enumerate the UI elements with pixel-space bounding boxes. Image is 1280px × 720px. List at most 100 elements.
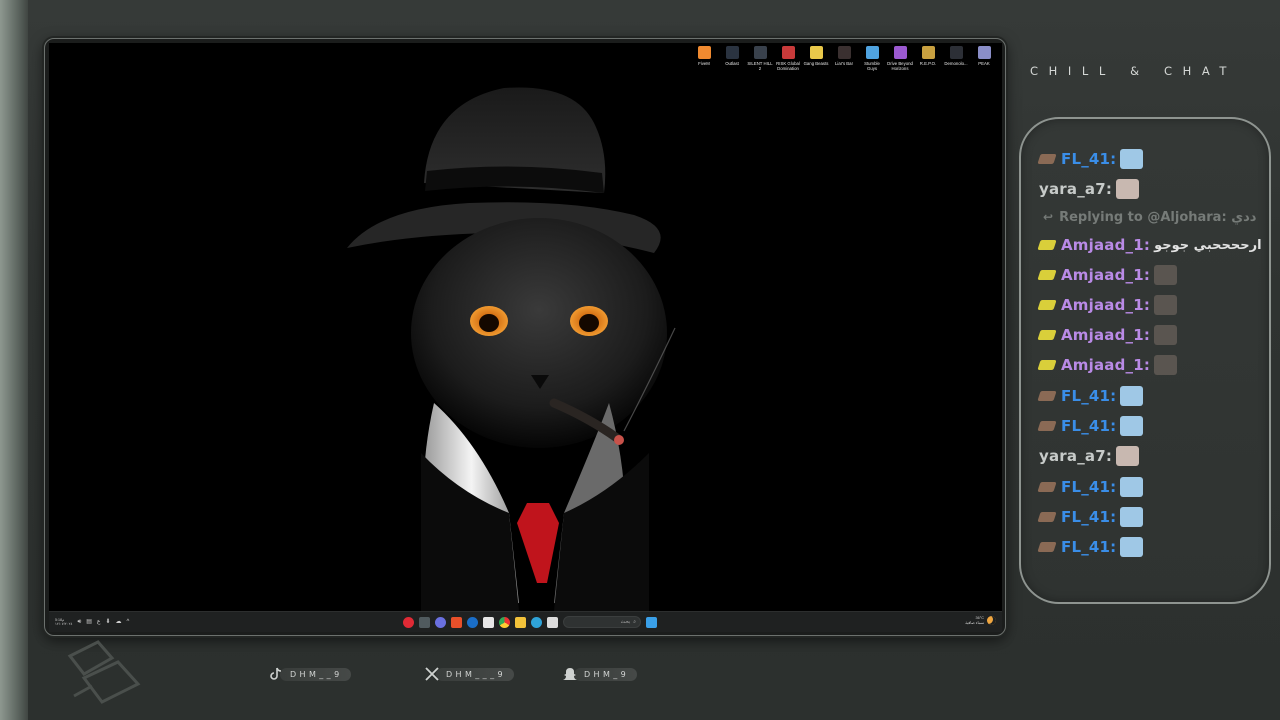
chat-username: Amjaad_1: xyxy=(1061,356,1151,374)
desktop-icon-label: Demonolo... xyxy=(944,61,968,66)
chat-badge-icon xyxy=(1037,360,1057,370)
drive-icon xyxy=(893,46,907,59)
desktop-icon[interactable]: Liar's Bar xyxy=(832,46,856,71)
chat-badge-icon xyxy=(1037,421,1057,431)
chat-sticker-image xyxy=(1120,416,1144,436)
chat-badge-icon xyxy=(1037,482,1057,492)
chat-badge-icon xyxy=(1037,512,1057,522)
taskbar-search[interactable]: بحث ⌕ xyxy=(563,616,641,628)
cat-in-suit-wallpaper xyxy=(347,87,676,611)
chat-sticker-image xyxy=(1120,537,1144,557)
chat-reply-indicator: ↩ Replying to @Aljohara: ددي xyxy=(1043,205,1256,229)
chrome-icon[interactable] xyxy=(499,616,510,628)
chat-message: FL_41: xyxy=(1037,147,1144,171)
risk-icon xyxy=(781,46,795,59)
desktop-icon-label: R.E.P.O. xyxy=(919,61,937,66)
chat-badge-icon xyxy=(1037,542,1057,552)
desktop-icon-label: SILENT HILL 2 xyxy=(747,61,773,71)
chat-message: FL_41: xyxy=(1037,535,1144,559)
desktop-icon[interactable]: R.E.P.O. xyxy=(916,46,940,71)
chat-sticker-image xyxy=(1154,265,1178,285)
windows-start-icon[interactable] xyxy=(646,616,657,628)
desktop-icon[interactable]: SILENT HILL 2 xyxy=(747,46,773,71)
chat-badge-icon xyxy=(1037,270,1057,280)
clock[interactable]: 5:18م ١٢/٠٧/٢٠٢٤ xyxy=(55,618,72,626)
chat-sticker-image xyxy=(1120,477,1144,497)
desktop-icon[interactable]: FiveM xyxy=(692,46,716,71)
desktop-icon-label: FiveM xyxy=(698,61,710,66)
steam-game-icon xyxy=(753,46,767,59)
x-handle: DHM___9 xyxy=(436,667,514,681)
file-explorer-icon[interactable] xyxy=(515,616,526,628)
chat-username: Amjaad_1: xyxy=(1061,236,1151,254)
tiktok-handle: DHM__9 xyxy=(280,667,351,681)
reply-text: Replying to @Aljohara: ددي xyxy=(1059,209,1257,225)
chat-message: FL_41: xyxy=(1037,414,1144,438)
chat-badge-icon xyxy=(1037,391,1057,401)
chat-title: CHILL & CHAT xyxy=(1030,64,1238,78)
weather-widget[interactable]: 36°C سماء صافية xyxy=(965,616,984,625)
cloud-icon[interactable]: ☁ xyxy=(116,617,122,627)
desktop-icon[interactable]: PEAK xyxy=(972,46,996,71)
chat-message: Amjaad_1: xyxy=(1037,293,1178,317)
chat-username: Amjaad_1: xyxy=(1061,326,1151,344)
steam-icon[interactable] xyxy=(467,616,478,628)
steam-game-icon xyxy=(949,46,963,59)
calendar-icon[interactable] xyxy=(483,616,494,628)
streamer-logo xyxy=(67,640,141,704)
brave-icon[interactable] xyxy=(451,616,462,628)
monitor-icon[interactable] xyxy=(419,616,430,628)
chat-message: FL_41: xyxy=(1037,475,1144,499)
chat-sticker-image xyxy=(1116,446,1140,466)
taskbar-apps: بحث ⌕ xyxy=(403,616,657,628)
chat-message: FL_41: xyxy=(1037,505,1144,529)
opera-icon[interactable] xyxy=(403,616,414,628)
chevron-up-icon[interactable]: ^ xyxy=(127,617,130,627)
chat-badge-icon xyxy=(1037,240,1057,250)
snapchat-handle: DHM_9 xyxy=(574,667,638,681)
chat-badge-icon xyxy=(1037,330,1057,340)
chat-sticker-image xyxy=(1154,295,1178,315)
download-icon[interactable]: ⬇ xyxy=(106,617,111,627)
chat-username: FL_41: xyxy=(1061,150,1117,168)
search-icon: ⌕ xyxy=(633,619,636,625)
discord-icon[interactable] xyxy=(435,616,446,628)
chat-username: Amjaad_1: xyxy=(1061,296,1151,314)
desktop-icons: FiveM Outlast SILENT HILL 2 RISK Global Dom… xyxy=(692,46,996,71)
desktop-icon[interactable]: Gang Beasts xyxy=(804,46,828,71)
chat-username: FL_41: xyxy=(1061,538,1117,556)
moon-icon xyxy=(987,616,996,625)
chat-sticker-image xyxy=(1116,179,1140,199)
desktop-icon-label: Liar's Bar xyxy=(834,61,853,66)
volume-icon[interactable]: 🔊︎ xyxy=(77,617,81,627)
system-tray-left: 5:18م ١٢/٠٧/٢٠٢٤ 🔊︎ ▤ ع ⬇ ☁ ^ xyxy=(55,617,129,627)
chat-message: Amjaad_1: xyxy=(1037,353,1178,377)
desktop: FiveM Outlast SILENT HILL 2 RISK Global Dom… xyxy=(49,43,1002,611)
desktop-icon-label: Drive Beyond Horizons xyxy=(887,61,913,71)
desktop-icon-label: PEAK xyxy=(978,61,990,66)
chat-message: FL_41: xyxy=(1037,384,1144,408)
desktop-icon[interactable]: RISK Global Domination xyxy=(776,46,800,71)
desktop-icon-label: Stumble Guys xyxy=(864,61,880,71)
desktop-icon-label: Outlast xyxy=(725,61,739,66)
language-icon[interactable]: ع xyxy=(97,617,101,627)
chat-badge-icon xyxy=(1037,154,1057,164)
edge-icon[interactable] xyxy=(531,616,542,628)
network-icon[interactable]: ▤ xyxy=(86,617,92,627)
chat-message: Amjaad_1: xyxy=(1037,323,1178,347)
store-icon[interactable] xyxy=(547,616,558,628)
gang-beasts-icon xyxy=(809,46,823,59)
desktop-icon[interactable]: Drive Beyond Horizons xyxy=(887,46,913,71)
desktop-icon[interactable]: Outlast xyxy=(720,46,744,71)
chat-sticker-image xyxy=(1120,386,1144,406)
peak-icon xyxy=(977,46,991,59)
chat-message: yara_a7: xyxy=(1039,444,1140,468)
desktop-icon[interactable]: Demonolo... xyxy=(944,46,968,71)
social-x: DHM___9 xyxy=(424,665,514,683)
chat-username: yara_a7: xyxy=(1039,180,1113,198)
chat-sticker-image xyxy=(1120,507,1144,527)
desktop-icon[interactable]: Stumble Guys xyxy=(860,46,884,71)
chat-username: FL_41: xyxy=(1061,478,1117,496)
chat-message: yara_a7: xyxy=(1039,177,1140,201)
desktop-icon-label: RISK Global Domination xyxy=(776,61,800,71)
